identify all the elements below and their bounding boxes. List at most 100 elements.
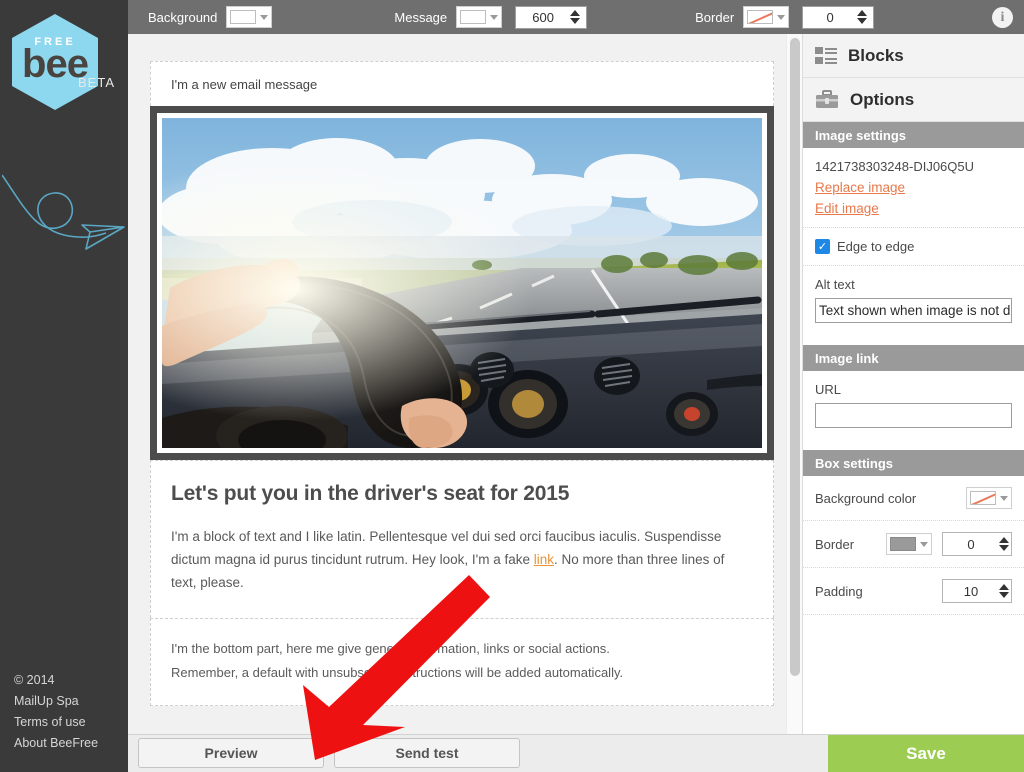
fake-link[interactable]: link [534,552,554,567]
send-test-button[interactable]: Send test [334,738,520,768]
no-color-swatch-icon [747,10,774,24]
box-padding-label: Padding [815,583,863,599]
stepper-up-icon[interactable] [999,584,1009,590]
box-padding-value: 10 [963,583,979,599]
message-width-stepper[interactable]: 600 [515,5,588,29]
canvas-scrollbar-thumb[interactable] [790,38,800,676]
chevron-down-icon [777,14,786,20]
beefree-email-editor: FREE bee BETA © 2014 MailUp Spa Terms of… [0,0,1024,772]
stepper-arrows[interactable] [570,10,582,24]
color-swatch-icon [890,537,916,551]
about-beefree-link[interactable]: About BeeFree [14,733,98,754]
email-headline[interactable]: Let's put you in the driver's seat for 2… [171,481,753,507]
blocks-grid-icon [815,46,837,64]
tab-blocks[interactable]: Blocks [803,34,1024,78]
stepper-down-icon[interactable] [570,18,581,24]
section-box-settings: Box settings [803,450,1024,476]
replace-image-link[interactable]: Replace image [815,180,1012,195]
border-color-picker[interactable] [743,6,790,28]
alt-text-row: Alt text Text shown when image is not d [803,266,1024,334]
border-width-value: 0 [826,9,834,25]
box-border-label: Border [815,536,855,552]
stepper-arrows[interactable] [857,10,869,24]
top-text: I'm a new email message [171,77,318,92]
color-swatch-icon [460,10,487,24]
url-label: URL [815,382,842,397]
message-label: Message [394,9,448,25]
email-canvas[interactable]: I'm a new email message Let's put you in… [128,34,802,734]
background-label: Background [148,9,218,25]
chevron-down-icon [490,14,499,20]
message-color-picker[interactable] [456,6,503,28]
footer-line-1: I'm the bottom part, here me give genera… [171,641,610,657]
stepper-arrows[interactable] [999,537,1011,551]
stepper-up-icon[interactable] [570,10,581,16]
email-row-footer[interactable]: I'm the bottom part, here me give genera… [150,618,774,707]
border-control-group: Border 0 [695,0,875,34]
edge-to-edge-row[interactable]: ✓ Edge to edge [803,228,1024,266]
border-width-stepper[interactable]: 0 [802,5,875,29]
right-settings-panel: Blocks Options Image settings 1421738303… [802,34,1024,734]
tab-blocks-label: Blocks [848,45,904,65]
driving-photo[interactable] [162,118,762,448]
stepper-up-icon[interactable] [999,537,1009,543]
stepper-arrows[interactable] [999,584,1011,598]
box-background-color-label: Background color [815,490,917,506]
sidebar-footer: © 2014 MailUp Spa Terms of use About Bee… [14,670,98,754]
preview-button[interactable]: Preview [138,738,324,768]
copyright-text: © 2014 [14,673,55,687]
border-label: Border [695,9,735,25]
beta-badge: BETA [78,75,115,90]
tab-options[interactable]: Options [803,78,1024,122]
beefree-logo[interactable]: FREE bee [12,14,100,110]
background-control-group: Background [148,0,273,34]
canvas-scrollbar[interactable] [786,34,802,734]
message-control-group: Message 600 [394,0,588,34]
checkmark-icon[interactable]: ✓ [815,239,830,254]
email-body-text[interactable]: I'm a block of text and I like latin. Pe… [171,525,753,594]
box-background-color-row: Background color [803,476,1024,521]
toolbox-icon [816,89,838,108]
save-button[interactable]: Save [828,735,1024,772]
left-sidebar: FREE bee BETA © 2014 MailUp Spa Terms of… [0,0,128,772]
alt-text-input[interactable]: Text shown when image is not d [815,298,1012,323]
image-info-row: 1421738303248-DIJ06Q5U Replace image Edi… [803,148,1024,228]
box-background-color-picker[interactable] [966,487,1012,509]
chevron-down-icon [1000,495,1008,501]
email-row-top-text[interactable]: I'm a new email message [150,61,774,106]
color-swatch-icon [230,10,257,24]
stepper-down-icon[interactable] [857,18,868,24]
stepper-down-icon[interactable] [999,592,1009,598]
terms-of-use-link[interactable]: Terms of use [14,712,98,733]
message-width-value: 600 [532,9,554,25]
email-row-main-content[interactable]: Let's put you in the driver's seat for 2… [150,460,774,619]
box-padding-stepper[interactable]: 10 [942,579,1012,603]
paper-plane-swoosh-icon [2,174,125,250]
background-color-picker[interactable] [226,6,273,28]
section-image-link-label: Image link [815,350,879,366]
section-image-link: Image link [803,345,1024,371]
tab-options-label: Options [850,89,915,109]
image-block-selected[interactable] [150,106,774,460]
alt-text-label: Alt text [815,277,855,292]
box-border-width-stepper[interactable]: 0 [942,532,1012,556]
chevron-down-icon [260,14,269,20]
info-icon[interactable]: i [992,7,1013,28]
footer-line-2: Remember, a default with unsubscribe ins… [171,665,624,681]
box-padding-row: Padding 10 [803,568,1024,615]
box-border-width-value: 0 [967,536,975,552]
top-toolbar: Background Message 600 Border 0 i [128,0,1024,34]
stepper-up-icon[interactable] [857,10,868,16]
chevron-down-icon [920,541,928,547]
edit-image-link[interactable]: Edit image [815,201,1012,216]
bottom-action-bar: Preview Send test Save [128,734,1024,772]
section-image-settings-label: Image settings [815,127,907,143]
box-border-row: Border 0 [803,521,1024,568]
url-input[interactable] [815,403,1012,428]
no-color-swatch-icon [970,491,996,505]
stepper-down-icon[interactable] [999,545,1009,551]
box-border-color-picker[interactable] [886,533,932,555]
company-name: MailUp Spa [14,694,79,708]
email-row-image[interactable] [150,106,774,460]
section-image-settings: Image settings [803,122,1024,148]
